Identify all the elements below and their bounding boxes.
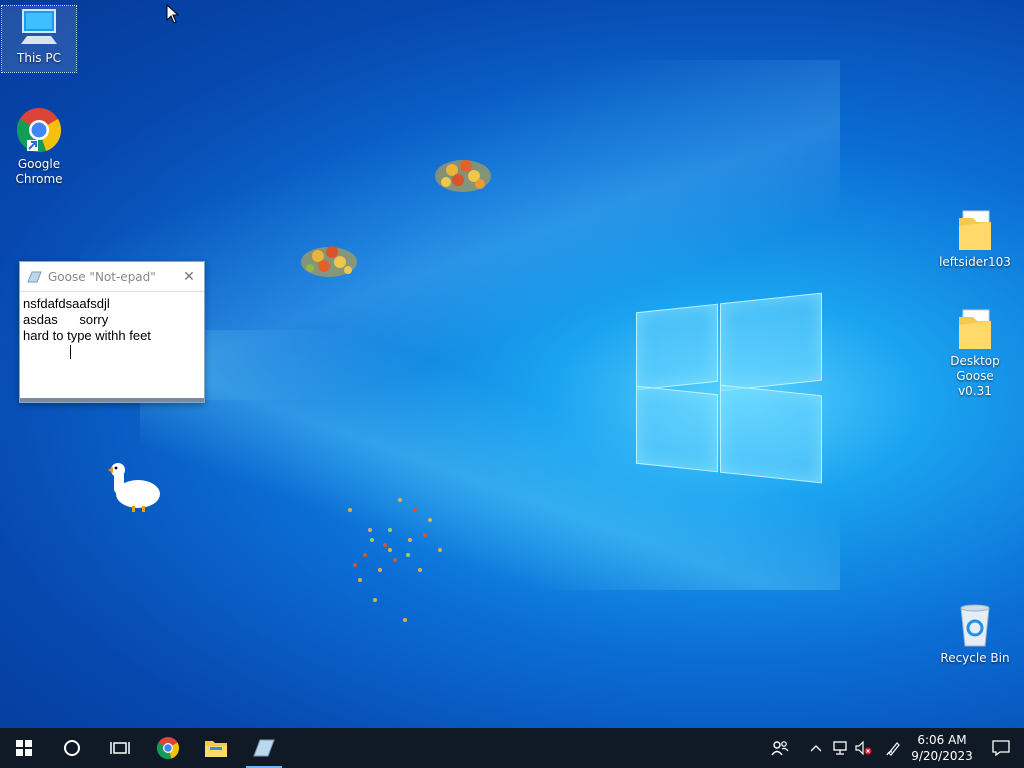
scattered-leaves: [348, 498, 442, 622]
window-titlebar[interactable]: Goose "Not-epad" ✕: [20, 262, 204, 292]
goose-notepad-window[interactable]: Goose "Not-epad" ✕ nsfdafdsaafsdjl asdas…: [19, 261, 205, 403]
chrome-icon: [16, 108, 62, 153]
folder-icon: [205, 741, 227, 757]
notepad-text-area[interactable]: nsfdafdsaafsdjl asdas sorry hard to type…: [20, 292, 204, 398]
system-tray: 6:06 AM 9/20/2023: [768, 728, 1024, 768]
text-line: asdas sorry: [23, 312, 109, 327]
close-button[interactable]: ✕: [180, 269, 198, 285]
clock-time: 6:06 AM: [917, 733, 967, 747]
desktop-icon-leftsider103[interactable]: leftsider103: [938, 208, 1012, 270]
desktop-icon-desktop-goose[interactable]: Desktop Goose v0.31: [938, 307, 1012, 399]
clock[interactable]: 6:06 AM 9/20/2023: [906, 732, 978, 764]
volume-muted-icon[interactable]: [852, 728, 876, 768]
desktop-icon-recycle-bin[interactable]: Recycle Bin: [938, 602, 1012, 666]
desktop-icon-label: Recycle Bin: [940, 651, 1010, 665]
desktop-icon-google-chrome[interactable]: Google Chrome: [2, 106, 76, 187]
leaf-pile: [435, 160, 491, 192]
task-view-button[interactable]: [96, 728, 144, 768]
text-caret: [70, 345, 71, 359]
taskbar: 6:06 AM 9/20/2023: [0, 728, 1024, 768]
window-bottom-border: [20, 398, 204, 402]
leaf-pile: [301, 246, 357, 277]
desktop-icon-label: Google Chrome: [15, 157, 63, 186]
network-icon[interactable]: [828, 728, 852, 768]
folder-icon: [959, 309, 991, 349]
desktop-icon-label: leftsider103: [939, 255, 1011, 269]
chevron-up-icon[interactable]: [804, 728, 828, 768]
chrome-icon: [156, 737, 180, 760]
goose-icon[interactable]: [102, 460, 164, 516]
desktop-icon-this-pc[interactable]: This PC: [1, 5, 77, 73]
notepad-icon: [27, 271, 42, 282]
computer-icon: [21, 9, 57, 44]
task-view-icon: [110, 742, 130, 754]
search-button[interactable]: [48, 728, 96, 768]
recycle-bin-icon: [960, 604, 990, 647]
search-circle-icon: [64, 740, 80, 756]
text-line: nsfdafdsaafsdjl: [23, 296, 110, 311]
desktop-icon-label: Desktop Goose v0.31: [950, 354, 1000, 398]
taskbar-chrome[interactable]: [144, 728, 192, 768]
windows-start-icon: [16, 740, 32, 756]
clock-date: 9/20/2023: [911, 749, 973, 763]
folder-icon: [959, 210, 991, 250]
text-line: hard to type withh feet: [23, 328, 151, 343]
wallpaper-windows-logo: [636, 290, 822, 484]
notification-icon: [992, 740, 1010, 756]
taskbar-file-explorer[interactable]: [192, 728, 240, 768]
action-center-button[interactable]: [978, 728, 1024, 768]
people-icon[interactable]: [768, 728, 792, 768]
start-button[interactable]: [0, 728, 48, 768]
mouse-cursor-icon: [166, 4, 180, 24]
pen-workspace-icon[interactable]: [882, 728, 906, 768]
desktop-icon-label: This PC: [17, 51, 61, 65]
notepad-icon: [253, 739, 275, 757]
taskbar-goose-notepad[interactable]: [240, 728, 288, 768]
window-title: Goose "Not-epad": [48, 269, 156, 284]
